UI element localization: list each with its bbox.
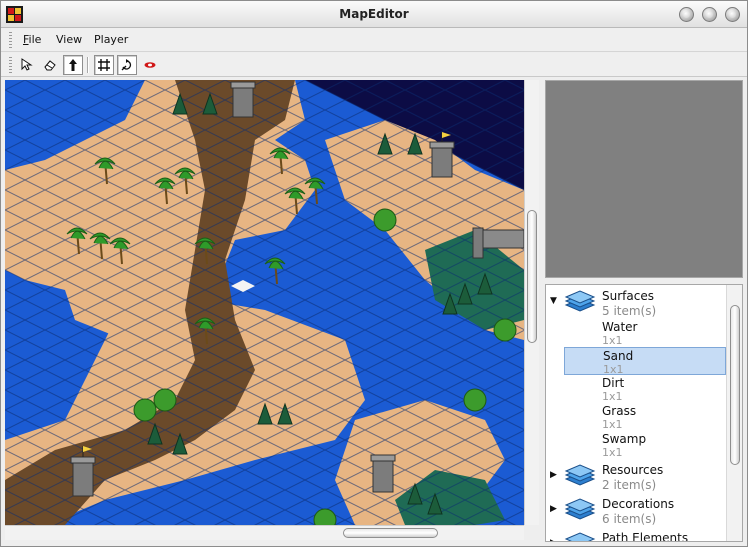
toolbar-grip	[9, 57, 12, 73]
collapse-arrow-icon[interactable]: ▼	[550, 297, 557, 306]
item-name: Sand	[603, 349, 634, 363]
category-path-elements[interactable]: ▶ Path Elements	[546, 529, 726, 542]
leafy-tree	[373, 208, 397, 232]
category-decorations[interactable]: ▶ Decorations 6 item(s)	[546, 495, 726, 526]
select-arrow-icon	[21, 58, 33, 71]
map-vertical-scroll-thumb[interactable]	[527, 210, 537, 343]
grid-icon	[98, 59, 110, 71]
item-size: 1x1	[602, 334, 623, 347]
palette-tree[interactable]: ▼ Surfaces 5 item(s) Water 1x1 Sand 1x1 …	[545, 284, 743, 542]
eraser-tool-button[interactable]	[40, 55, 60, 75]
raise-arrow-icon	[69, 59, 77, 71]
eraser-icon	[44, 60, 56, 71]
item-size: 1x1	[602, 390, 623, 403]
item-size: 1x1	[602, 446, 623, 459]
category-name: Surfaces	[602, 289, 654, 303]
palette-scroll-thumb[interactable]	[730, 305, 740, 465]
castle-north	[230, 81, 256, 118]
category-name: Decorations	[602, 497, 675, 511]
menubar-grip	[9, 32, 12, 48]
category-count: 2 item(s)	[602, 478, 657, 492]
palette-item-water[interactable]: Water 1x1	[564, 319, 726, 347]
menu-player[interactable]: Player	[94, 33, 128, 46]
item-name: Swamp	[602, 432, 647, 446]
palette-item-swamp[interactable]: Swamp 1x1	[564, 431, 726, 459]
layers-icon	[564, 464, 596, 486]
leafy-tree	[153, 388, 177, 412]
visibility-toggle-button[interactable]	[140, 55, 160, 75]
grid-toggle-button[interactable]	[94, 55, 114, 75]
map-vertical-scrollbar[interactable]	[524, 80, 539, 525]
menu-file[interactable]: File	[23, 33, 41, 46]
expand-arrow-icon[interactable]: ▶	[550, 505, 557, 514]
layers-icon	[564, 532, 596, 541]
map-editor-window: MapEditor File View Player ▼ Surfaces 5 …	[0, 0, 748, 547]
title-bar[interactable]: MapEditor	[1, 1, 747, 28]
layers-icon	[564, 290, 596, 312]
category-resources[interactable]: ▶ Resources 2 item(s)	[546, 461, 726, 492]
category-count: 5 item(s)	[602, 304, 657, 318]
maximize-button[interactable]	[702, 7, 717, 22]
leafy-tree	[133, 398, 157, 422]
rotate-icon	[121, 59, 132, 71]
leafy-tree	[493, 318, 517, 342]
menu-file-rest: ile	[28, 33, 42, 46]
item-name: Grass	[602, 404, 637, 418]
item-name: Water	[602, 320, 638, 334]
expand-arrow-icon[interactable]: ▶	[550, 539, 557, 542]
castle-southeast	[370, 454, 396, 493]
palette-item-sand[interactable]: Sand 1x1	[564, 347, 726, 376]
rotate-toggle-button[interactable]	[117, 55, 137, 75]
category-count: 6 item(s)	[602, 512, 657, 526]
item-size: 1x1	[602, 418, 623, 431]
layers-icon	[564, 498, 596, 520]
minimize-button[interactable]	[679, 7, 694, 22]
category-name: Path Elements	[602, 531, 689, 542]
map-canvas[interactable]	[5, 80, 524, 525]
raise-tool-button[interactable]	[63, 55, 83, 75]
item-name: Dirt	[602, 376, 625, 390]
isometric-map[interactable]	[5, 80, 524, 525]
expand-arrow-icon[interactable]: ▶	[550, 471, 557, 480]
map-horizontal-scrollbar[interactable]	[5, 525, 524, 540]
leafy-tree	[463, 388, 487, 412]
category-surfaces[interactable]: ▼ Surfaces 5 item(s)	[546, 287, 726, 318]
menu-bar: File View Player	[1, 28, 747, 52]
category-name: Resources	[602, 463, 664, 477]
red-eye-icon	[144, 62, 156, 68]
palette-item-grass[interactable]: Grass 1x1	[564, 403, 726, 431]
minimap-preview[interactable]	[545, 80, 743, 278]
menu-view[interactable]: View	[56, 33, 82, 46]
toolbar-separator	[87, 57, 89, 73]
palette-vertical-scrollbar[interactable]	[726, 285, 742, 541]
map-horizontal-scroll-thumb[interactable]	[343, 528, 438, 538]
palette-item-dirt[interactable]: Dirt 1x1	[564, 375, 726, 403]
window-title: MapEditor	[339, 7, 409, 21]
toolbar	[1, 53, 747, 77]
close-button[interactable]	[725, 7, 740, 22]
select-tool-button[interactable]	[17, 55, 37, 75]
